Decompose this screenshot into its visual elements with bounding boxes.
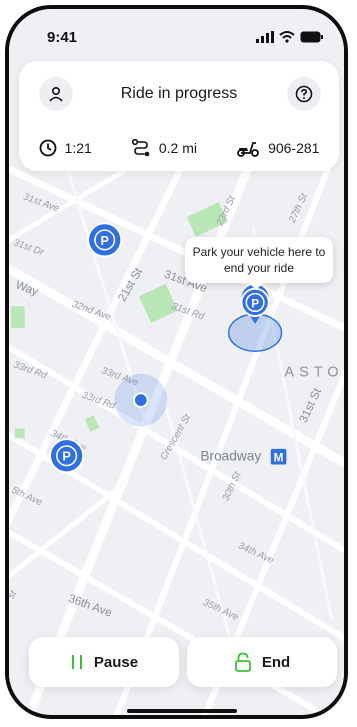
- stat-duration: 1:21: [39, 139, 92, 157]
- help-button[interactable]: [287, 77, 321, 111]
- parking-tooltip: Park your vehicle here to end your ride: [185, 237, 333, 290]
- metro-badge-label: M: [274, 452, 284, 465]
- status-icons: [256, 31, 324, 43]
- district-label: ASTO: [284, 365, 343, 381]
- vehicle-id: 906-281: [268, 140, 320, 156]
- status-bar: 9:41: [9, 9, 344, 65]
- parking-icon: P: [251, 297, 259, 310]
- parking-icon: P: [62, 450, 71, 464]
- parking-pin[interactable]: P: [87, 222, 123, 258]
- home-indicator: [127, 709, 237, 713]
- lock-icon: [234, 652, 251, 672]
- scooter-icon: [237, 142, 259, 157]
- end-label: End: [261, 653, 291, 671]
- end-ride-button[interactable]: End: [187, 637, 337, 687]
- route-icon: [131, 139, 150, 157]
- clock-icon: [39, 139, 56, 157]
- station-label: Broadway: [200, 449, 261, 464]
- battery-icon: [300, 31, 323, 43]
- help-icon: [295, 85, 313, 103]
- ride-stats: 1:21 0.2 mi 906-281: [19, 139, 339, 157]
- pause-label: Pause: [93, 653, 139, 671]
- status-time: 9:41: [47, 29, 78, 46]
- parking-icon: P: [100, 234, 109, 248]
- ride-distance: 0.2 mi: [158, 140, 197, 156]
- pause-icon: [71, 655, 82, 669]
- signal-icon: [256, 31, 274, 43]
- wifi-icon: [279, 31, 295, 43]
- user-location-icon: [133, 392, 149, 408]
- stat-vehicle: 906-281: [236, 139, 319, 157]
- phone-frame: 31st Ave 31st Dr 23rd St 27th St 21st St…: [5, 5, 348, 719]
- ride-info-card: Ride in progress 1:21 0.2 mi 906-281: [19, 61, 339, 171]
- parking-pin[interactable]: P: [49, 438, 85, 474]
- stat-distance: 0.2 mi: [131, 139, 197, 157]
- pause-button[interactable]: Pause: [29, 637, 179, 687]
- ride-duration: 1:21: [64, 140, 92, 156]
